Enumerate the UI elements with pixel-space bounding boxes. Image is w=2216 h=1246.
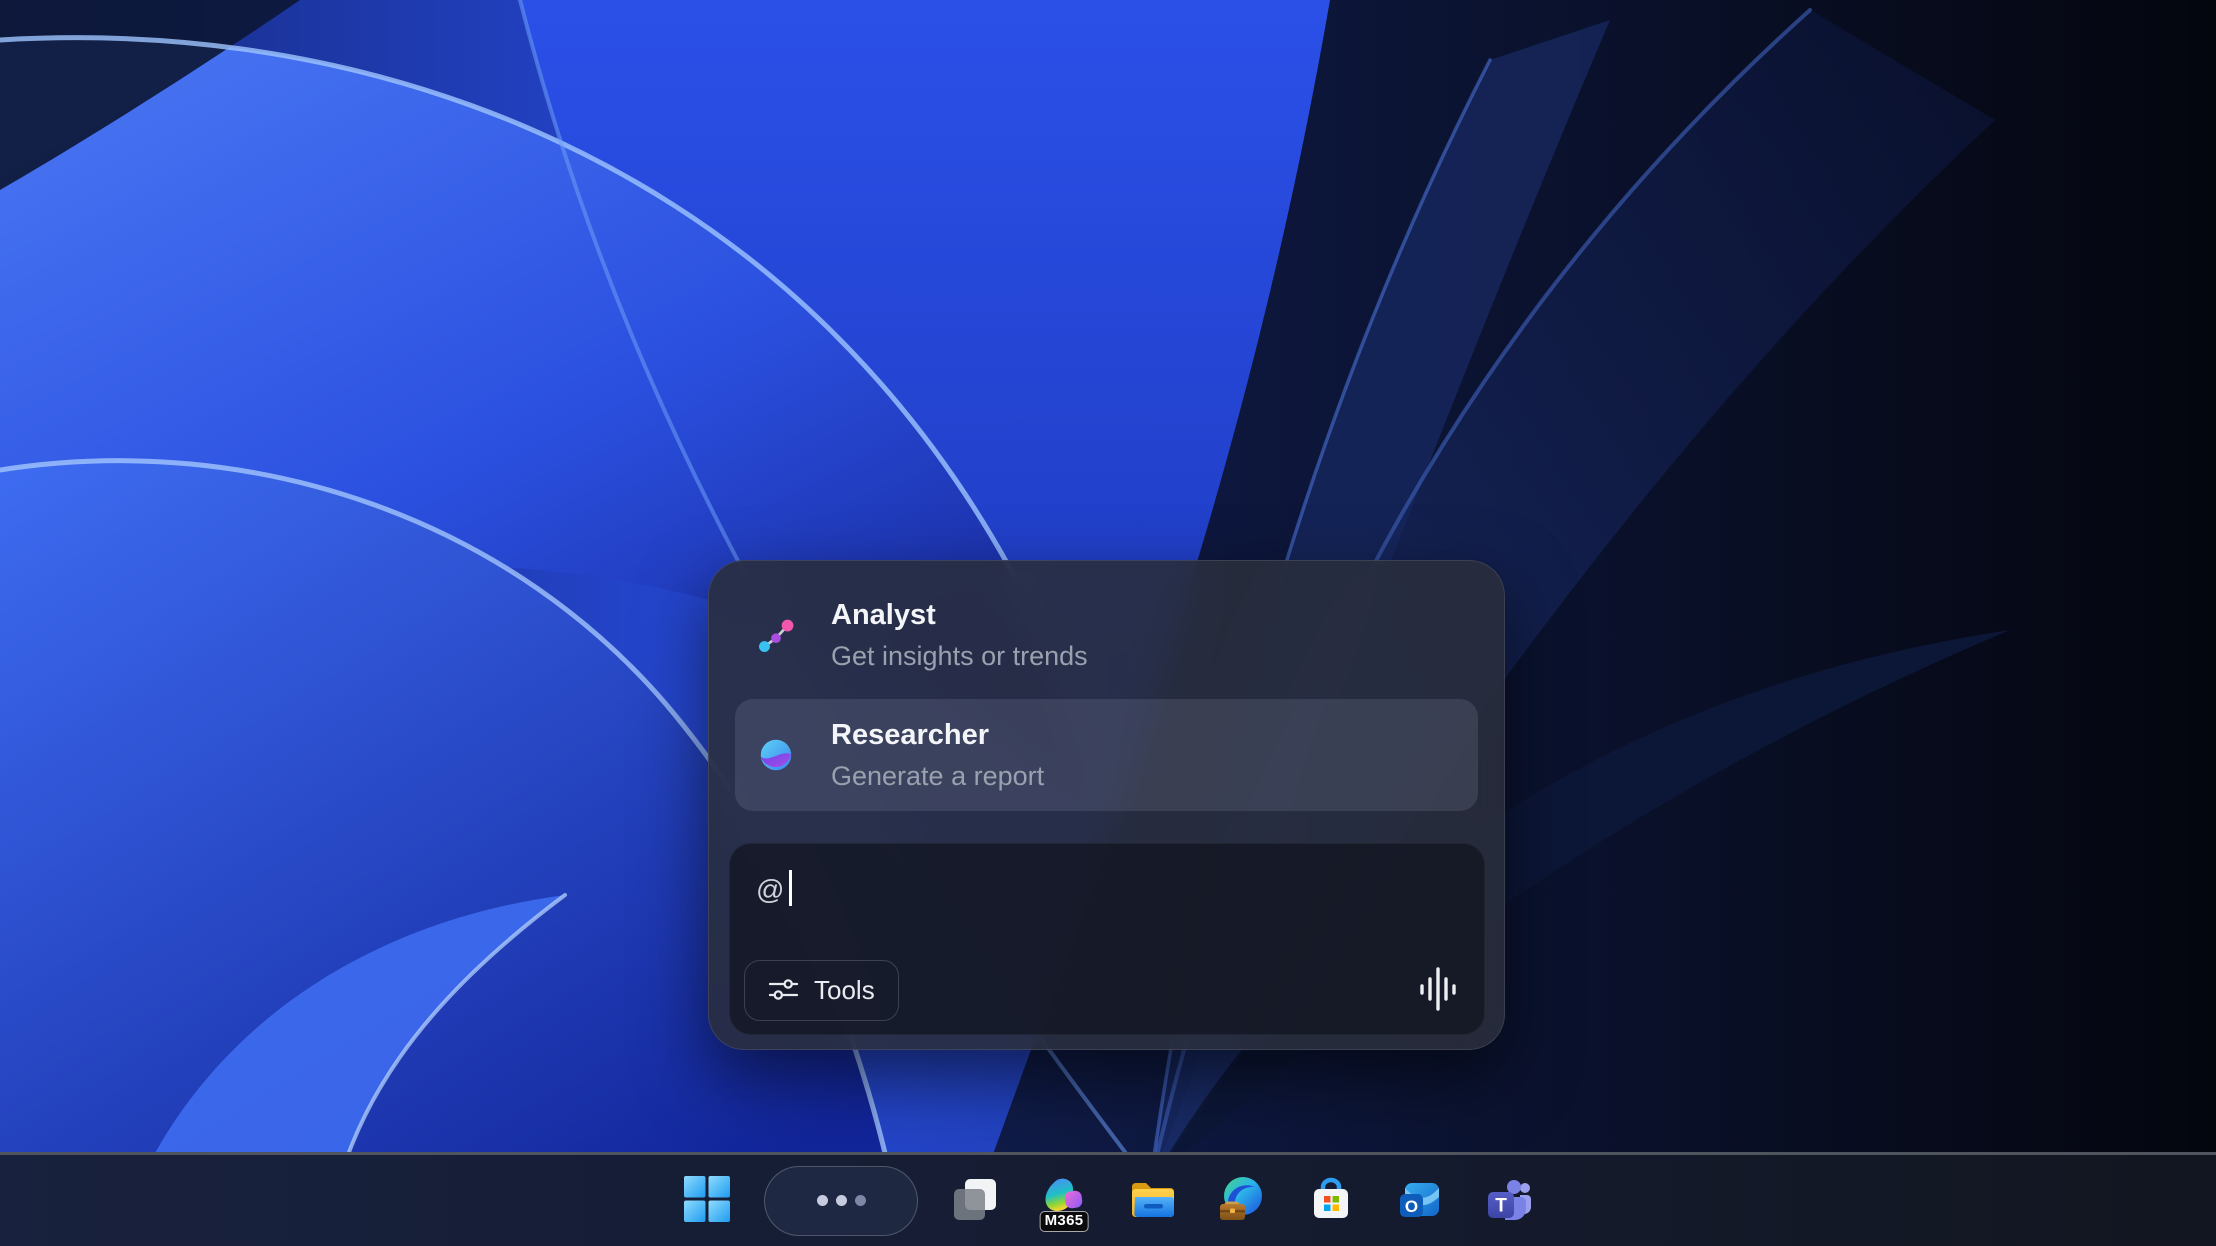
teams-icon: T [1485, 1175, 1533, 1226]
m365-badge: M365 [1040, 1211, 1089, 1232]
outlook-icon: O [1396, 1175, 1444, 1226]
agent-title: Analyst [831, 598, 1088, 633]
svg-text:T: T [1495, 1196, 1507, 1217]
agent-option-analyst[interactable]: Analyst Get insights or trends [735, 579, 1478, 691]
search-ellipsis-dot [836, 1195, 847, 1206]
file-explorer-button[interactable] [1121, 1169, 1185, 1233]
voice-waveform-icon [1415, 966, 1461, 1015]
agent-subtitle: Get insights or trends [831, 640, 1088, 672]
start-button[interactable] [675, 1169, 739, 1233]
edge-button[interactable] [1210, 1169, 1274, 1233]
desktop: Analyst Get insights or trends [0, 0, 2216, 1246]
m365-copilot-button[interactable]: M365 [1032, 1169, 1096, 1233]
search-ellipsis-dot [855, 1195, 866, 1206]
windows-start-icon [683, 1175, 731, 1226]
prompt-input-box[interactable]: @ Tools [729, 843, 1485, 1035]
search-ellipsis-dot [817, 1195, 828, 1206]
agent-options-list: Analyst Get insights or trends [735, 579, 1478, 811]
researcher-sphere-icon [755, 734, 797, 776]
agent-option-researcher[interactable]: Researcher Generate a report [735, 699, 1478, 811]
taskbar-search-box[interactable] [764, 1166, 918, 1236]
microsoft-store-button[interactable] [1299, 1169, 1363, 1233]
agent-subtitle: Generate a report [831, 760, 1044, 792]
prompt-input-text: @ [756, 874, 784, 905]
sliders-icon [768, 976, 799, 1006]
file-explorer-icon [1129, 1175, 1177, 1226]
copilot-agent-popup: Analyst Get insights or trends [708, 560, 1505, 1050]
tools-label: Tools [814, 975, 875, 1006]
taskbar-icon-group: M365 [675, 1166, 1541, 1236]
teams-button[interactable]: T [1477, 1169, 1541, 1233]
edge-browser-icon [1218, 1175, 1266, 1226]
agent-option-text: Analyst Get insights or trends [831, 598, 1088, 672]
voice-input-button[interactable] [1414, 966, 1462, 1014]
analyst-trend-icon [755, 614, 797, 656]
microsoft-store-icon [1307, 1175, 1355, 1226]
task-view-button[interactable] [943, 1169, 1007, 1233]
outlook-button[interactable]: O [1388, 1169, 1452, 1233]
tools-button[interactable]: Tools [744, 960, 899, 1021]
text-caret [789, 870, 792, 906]
agent-title: Researcher [831, 718, 1044, 753]
svg-text:O: O [1405, 1197, 1418, 1216]
taskbar: M365 [0, 1152, 2216, 1246]
task-view-icon [951, 1175, 999, 1226]
prompt-input-value[interactable]: @ [756, 870, 792, 910]
agent-option-text: Researcher Generate a report [831, 718, 1044, 792]
